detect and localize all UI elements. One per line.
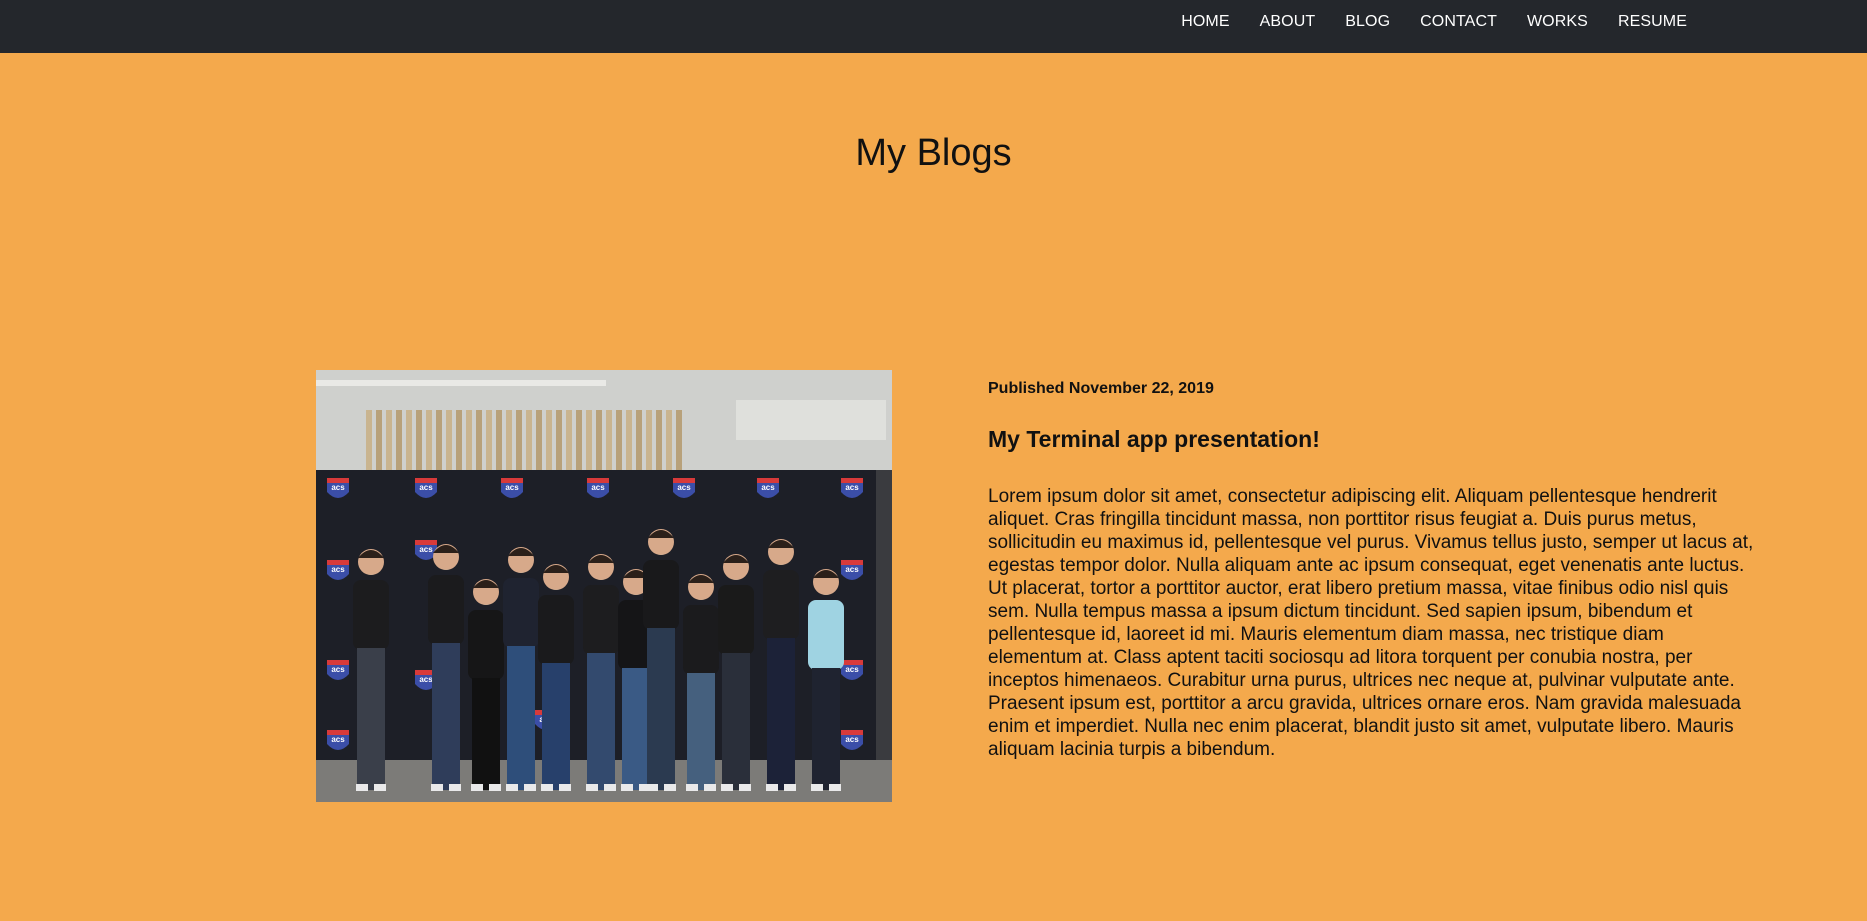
person: [718, 554, 754, 791]
person: [353, 549, 389, 791]
nav-item-works: WORKS: [1527, 13, 1588, 31]
photo-slat: [596, 410, 602, 472]
person: [583, 554, 619, 791]
person: [538, 564, 574, 791]
acs-logo-icon: acs: [757, 478, 779, 498]
photo-slat: [416, 410, 422, 472]
acs-logo-icon: acs: [327, 478, 349, 498]
acs-logo-icon: acs: [673, 478, 695, 498]
svg-text:acs: acs: [419, 483, 433, 492]
photo-slat: [636, 410, 642, 472]
svg-text:acs: acs: [845, 665, 859, 674]
photo-slat: [456, 410, 462, 472]
person: [503, 547, 539, 791]
svg-text:acs: acs: [331, 565, 345, 574]
acs-logo-icon: acs: [841, 478, 863, 498]
acs-logo-icon: acs: [415, 478, 437, 498]
photo-slat: [516, 410, 522, 472]
photo-slat: [646, 410, 652, 472]
acs-logo-icon: acs: [327, 730, 349, 750]
svg-text:acs: acs: [845, 483, 859, 492]
blog-photo: acs acs acs acs acs acs acs acs acs acs acs acs acs a…: [316, 370, 892, 802]
person: [683, 574, 719, 791]
photo-slat: [586, 410, 592, 472]
nav-link-contact[interactable]: CONTACT: [1420, 13, 1497, 30]
person: [468, 579, 504, 791]
page-title: My Blogs: [855, 132, 1012, 174]
nav-item-resume: RESUME: [1618, 13, 1687, 31]
nav-link-home[interactable]: HOME: [1181, 13, 1229, 30]
svg-text:acs: acs: [331, 735, 345, 744]
photo-slat: [556, 410, 562, 472]
photo-slat: [476, 410, 482, 472]
blog-post-title[interactable]: My Terminal app presentation!: [988, 426, 1763, 453]
photo-slat: [546, 410, 552, 472]
photo-slat: [436, 410, 442, 472]
person: [428, 544, 464, 791]
photo-light-fixture: [316, 380, 606, 386]
photo-slat: [446, 410, 452, 472]
nav-link-resume[interactable]: RESUME: [1618, 13, 1687, 30]
photo-backdrop-edge: [876, 470, 892, 770]
acs-logo-icon: acs: [327, 660, 349, 680]
acs-logo-icon: acs: [841, 560, 863, 580]
nav-item-home: HOME: [1181, 13, 1229, 31]
photo-slat: [406, 410, 412, 472]
svg-text:acs: acs: [419, 545, 433, 554]
acs-logo-icon: acs: [841, 730, 863, 750]
photo-slat: [386, 410, 392, 472]
svg-text:acs: acs: [761, 483, 775, 492]
photo-slat: [466, 410, 472, 472]
photo-slat: [366, 410, 372, 472]
nav-item-contact: CONTACT: [1420, 13, 1497, 31]
photo-slat: [576, 410, 582, 472]
photo-slat: [426, 410, 432, 472]
photo-slat: [666, 410, 672, 472]
top-navbar: HOME ABOUT BLOG CONTACT WORKS RESUME: [0, 0, 1867, 53]
svg-text:acs: acs: [591, 483, 605, 492]
nav-link-blog[interactable]: BLOG: [1345, 13, 1390, 30]
published-date: Published November 22, 2019: [988, 380, 1214, 397]
photo-slat: [396, 410, 402, 472]
photo-slat: [606, 410, 612, 472]
acs-logo-icon: acs: [587, 478, 609, 498]
photo-slat: [656, 410, 662, 472]
photo-slat: [506, 410, 512, 472]
photo-window: [736, 400, 886, 440]
photo-slat: [526, 410, 532, 472]
blog-post-body: Lorem ipsum dolor sit amet, consectetur …: [988, 486, 1754, 760]
photo-slat: [496, 410, 502, 472]
photo-slat: [626, 410, 632, 472]
nav-link-works[interactable]: WORKS: [1527, 13, 1588, 30]
svg-text:acs: acs: [419, 675, 433, 684]
photo-slat: [536, 410, 542, 472]
acs-logo-icon: acs: [327, 560, 349, 580]
svg-text:acs: acs: [331, 483, 345, 492]
nav-item-blog: BLOG: [1345, 13, 1390, 31]
person: [643, 529, 679, 791]
svg-text:acs: acs: [505, 483, 519, 492]
svg-text:acs: acs: [677, 483, 691, 492]
acs-logo-icon: acs: [841, 660, 863, 680]
nav-menu: HOME ABOUT BLOG CONTACT WORKS RESUME: [1151, 0, 1687, 43]
acs-logo-icon: acs: [501, 478, 523, 498]
group-photo-image: acs acs acs acs acs acs acs acs acs acs acs acs acs a…: [316, 370, 892, 802]
svg-text:acs: acs: [331, 665, 345, 674]
person: [808, 569, 844, 791]
photo-slat: [676, 410, 682, 472]
svg-text:acs: acs: [845, 565, 859, 574]
nav-link-about[interactable]: ABOUT: [1260, 13, 1316, 30]
photo-slat: [616, 410, 622, 472]
photo-slat: [376, 410, 382, 472]
svg-text:acs: acs: [845, 735, 859, 744]
photo-slat: [566, 410, 572, 472]
photo-slat: [486, 410, 492, 472]
blog-post: Published November 22, 2019 My Terminal …: [988, 380, 1763, 761]
nav-item-about: ABOUT: [1260, 13, 1316, 31]
person: [763, 539, 799, 791]
